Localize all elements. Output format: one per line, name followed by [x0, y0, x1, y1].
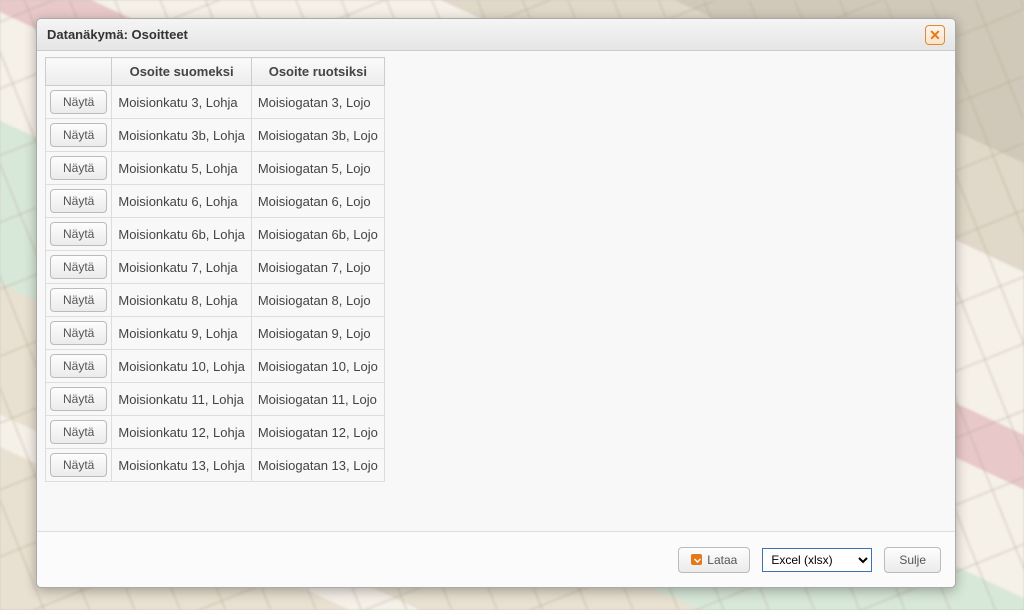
- cell-action: Näytä: [46, 383, 112, 416]
- table-row: NäytäMoisionkatu 5, LohjaMoisiogatan 5, …: [46, 152, 385, 185]
- cell-action: Näytä: [46, 86, 112, 119]
- dialog-footer: Lataa Excel (xlsx) Sulje: [37, 531, 955, 587]
- cell-action: Näytä: [46, 350, 112, 383]
- show-button[interactable]: Näytä: [50, 354, 107, 378]
- show-button[interactable]: Näytä: [50, 255, 107, 279]
- close-icon[interactable]: ✕: [925, 25, 945, 45]
- table-row: NäytäMoisionkatu 11, LohjaMoisiogatan 11…: [46, 383, 385, 416]
- cell-address-sv: Moisiogatan 5, Lojo: [251, 152, 384, 185]
- header-address-fi: Osoite suomeksi: [112, 58, 251, 86]
- show-button[interactable]: Näytä: [50, 420, 107, 444]
- dialog-titlebar[interactable]: Datanäkymä: Osoitteet ✕: [37, 19, 955, 51]
- dialog-title: Datanäkymä: Osoitteet: [47, 27, 188, 42]
- cell-address-fi: Moisionkatu 11, Lohja: [112, 383, 251, 416]
- cell-action: Näytä: [46, 449, 112, 482]
- table-row: NäytäMoisionkatu 3b, LohjaMoisiogatan 3b…: [46, 119, 385, 152]
- show-button[interactable]: Näytä: [50, 387, 107, 411]
- download-icon: [691, 554, 702, 565]
- cell-address-fi: Moisionkatu 13, Lohja: [112, 449, 251, 482]
- address-table: Osoite suomeksi Osoite ruotsiksi NäytäMo…: [45, 57, 385, 482]
- dialog-content: Osoite suomeksi Osoite ruotsiksi NäytäMo…: [37, 51, 955, 531]
- table-row: NäytäMoisionkatu 10, LohjaMoisiogatan 10…: [46, 350, 385, 383]
- format-select[interactable]: Excel (xlsx): [762, 548, 872, 572]
- table-row: NäytäMoisionkatu 7, LohjaMoisiogatan 7, …: [46, 251, 385, 284]
- cell-address-sv: Moisiogatan 7, Lojo: [251, 251, 384, 284]
- cell-action: Näytä: [46, 251, 112, 284]
- table-row: NäytäMoisionkatu 9, LohjaMoisiogatan 9, …: [46, 317, 385, 350]
- cell-address-fi: Moisionkatu 3, Lohja: [112, 86, 251, 119]
- table-row: NäytäMoisionkatu 6, LohjaMoisiogatan 6, …: [46, 185, 385, 218]
- header-action: [46, 58, 112, 86]
- show-button[interactable]: Näytä: [50, 90, 107, 114]
- cell-address-fi: Moisionkatu 9, Lohja: [112, 317, 251, 350]
- cell-action: Näytä: [46, 119, 112, 152]
- show-button[interactable]: Näytä: [50, 189, 107, 213]
- table-header-row: Osoite suomeksi Osoite ruotsiksi: [46, 58, 385, 86]
- cell-action: Näytä: [46, 284, 112, 317]
- cell-address-sv: Moisiogatan 9, Lojo: [251, 317, 384, 350]
- cell-address-sv: Moisiogatan 6, Lojo: [251, 185, 384, 218]
- cell-address-sv: Moisiogatan 11, Lojo: [251, 383, 384, 416]
- cell-action: Näytä: [46, 218, 112, 251]
- header-address-sv: Osoite ruotsiksi: [251, 58, 384, 86]
- table-row: NäytäMoisionkatu 6b, LohjaMoisiogatan 6b…: [46, 218, 385, 251]
- cell-address-fi: Moisionkatu 3b, Lohja: [112, 119, 251, 152]
- cell-address-fi: Moisionkatu 7, Lohja: [112, 251, 251, 284]
- cell-action: Näytä: [46, 317, 112, 350]
- table-scroll-area[interactable]: Osoite suomeksi Osoite ruotsiksi NäytäMo…: [45, 57, 947, 525]
- data-view-dialog: Datanäkymä: Osoitteet ✕ Osoite suomeksi …: [36, 18, 956, 588]
- cell-address-fi: Moisionkatu 10, Lohja: [112, 350, 251, 383]
- show-button[interactable]: Näytä: [50, 156, 107, 180]
- cell-address-fi: Moisionkatu 6, Lohja: [112, 185, 251, 218]
- cell-address-sv: Moisiogatan 13, Lojo: [251, 449, 384, 482]
- show-button[interactable]: Näytä: [50, 321, 107, 345]
- cell-address-sv: Moisiogatan 3, Lojo: [251, 86, 384, 119]
- show-button[interactable]: Näytä: [50, 288, 107, 312]
- show-button[interactable]: Näytä: [50, 453, 107, 477]
- cell-address-sv: Moisiogatan 6b, Lojo: [251, 218, 384, 251]
- cell-address-sv: Moisiogatan 8, Lojo: [251, 284, 384, 317]
- table-row: NäytäMoisionkatu 8, LohjaMoisiogatan 8, …: [46, 284, 385, 317]
- table-row: NäytäMoisionkatu 12, LohjaMoisiogatan 12…: [46, 416, 385, 449]
- close-button[interactable]: Sulje: [884, 547, 941, 573]
- cell-address-fi: Moisionkatu 5, Lohja: [112, 152, 251, 185]
- cell-address-fi: Moisionkatu 8, Lohja: [112, 284, 251, 317]
- show-button[interactable]: Näytä: [50, 222, 107, 246]
- cell-action: Näytä: [46, 416, 112, 449]
- cell-address-sv: Moisiogatan 10, Lojo: [251, 350, 384, 383]
- table-row: NäytäMoisionkatu 13, LohjaMoisiogatan 13…: [46, 449, 385, 482]
- cell-address-fi: Moisionkatu 6b, Lohja: [112, 218, 251, 251]
- show-button[interactable]: Näytä: [50, 123, 107, 147]
- cell-address-sv: Moisiogatan 12, Lojo: [251, 416, 384, 449]
- cell-address-fi: Moisionkatu 12, Lohja: [112, 416, 251, 449]
- cell-action: Näytä: [46, 185, 112, 218]
- table-row: NäytäMoisionkatu 3, LohjaMoisiogatan 3, …: [46, 86, 385, 119]
- cell-action: Näytä: [46, 152, 112, 185]
- download-button[interactable]: Lataa: [678, 547, 750, 573]
- download-label: Lataa: [707, 553, 737, 567]
- cell-address-sv: Moisiogatan 3b, Lojo: [251, 119, 384, 152]
